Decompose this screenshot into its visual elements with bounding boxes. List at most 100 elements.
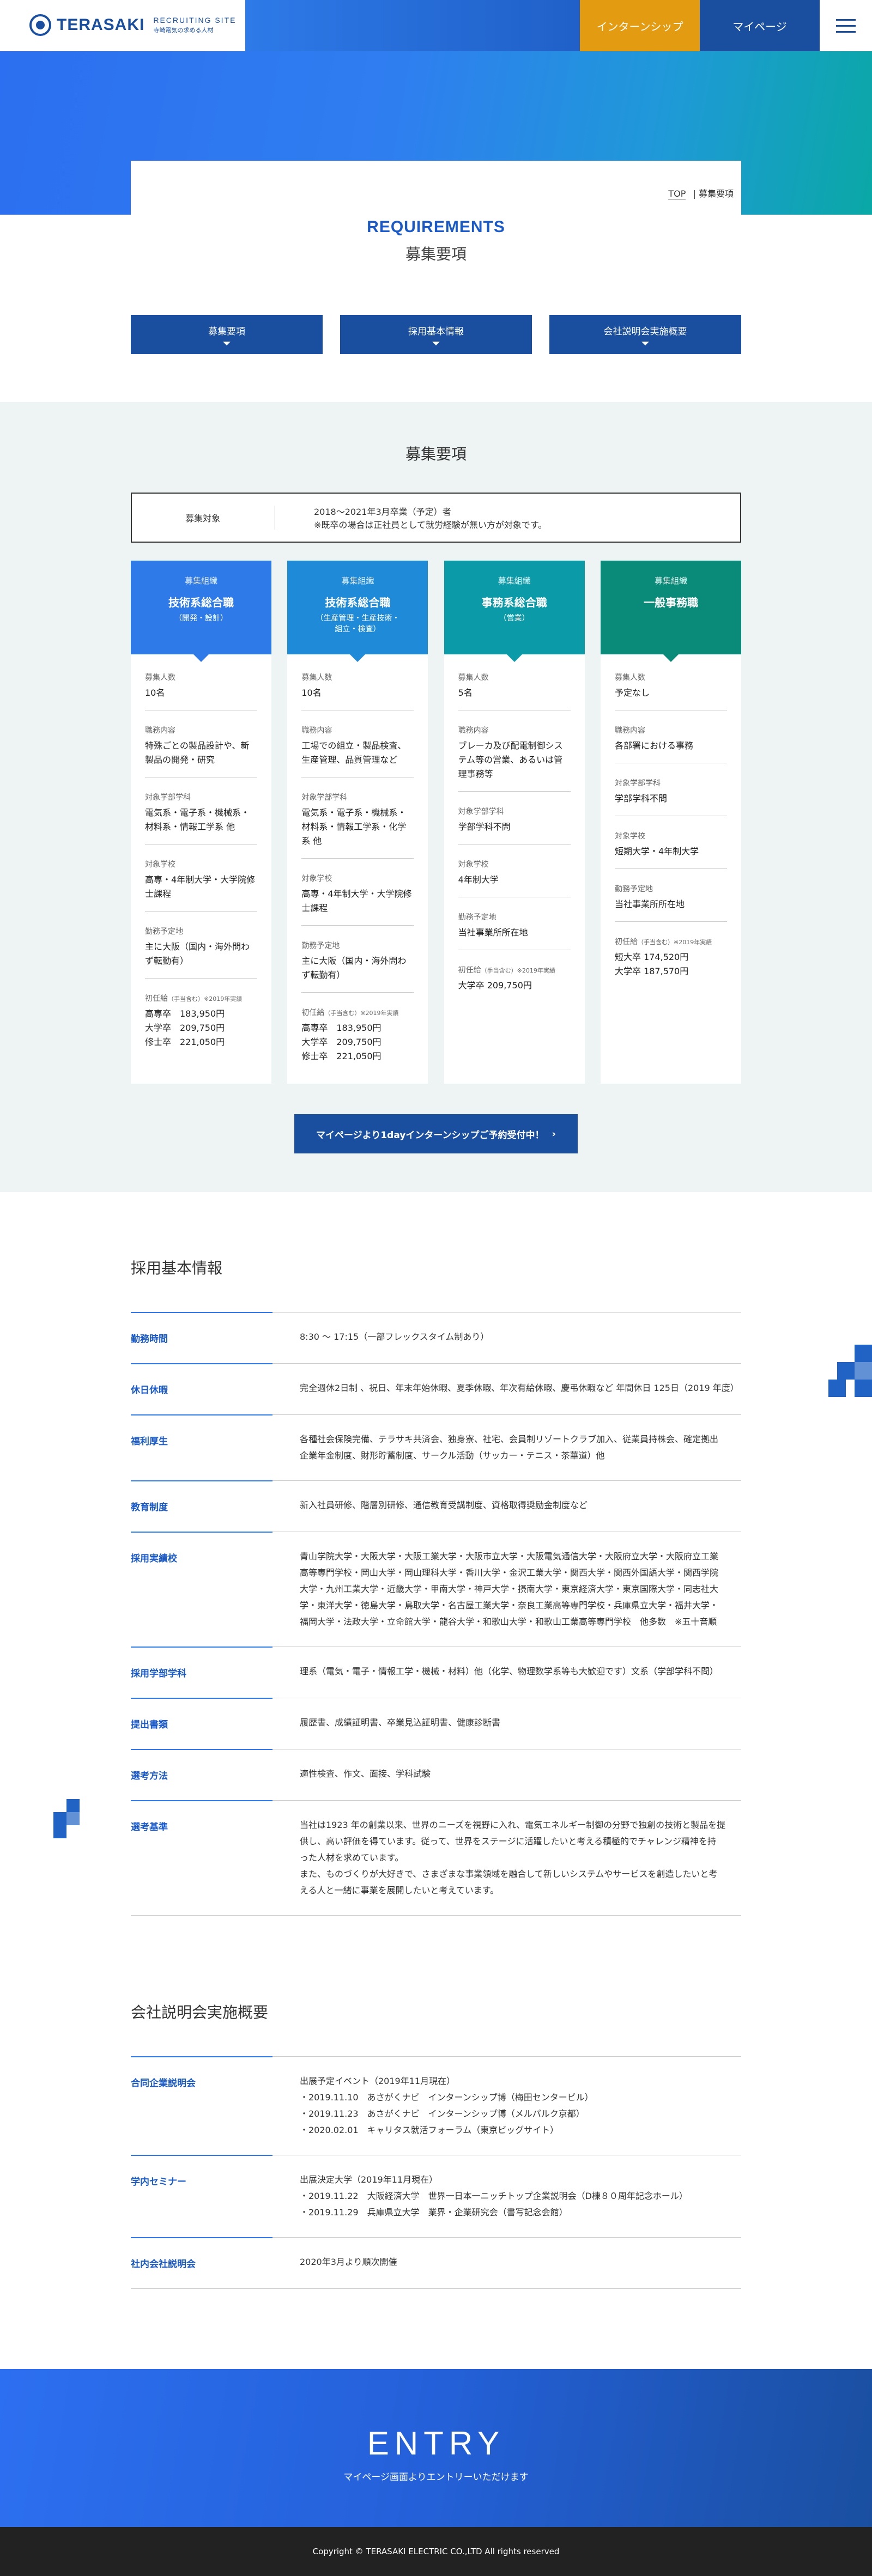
cta-label: マイページより1dayインターンシップご予約受付中！: [316, 1129, 544, 1141]
card-item: 職務内容 ブレーカ及び配電制御システム等の営業、あるいは管理事務等: [458, 725, 571, 792]
card-item-value: 大学卒 209,750円: [458, 980, 532, 991]
job-card: 募集組織 事務系総合職 （営業） 募集人数 5名 職務内容 ブレーカ及び配電制御システム等の…: [444, 561, 585, 1084]
card-item-value: 学部学科不問: [614, 793, 667, 804]
card-pointer-icon: [506, 654, 522, 662]
info-row: 学内セミナー 出展決定大学（2019年11月現在） ・2019.11.22 大阪経…: [131, 2155, 741, 2238]
info-row-head: 学内セミナー: [131, 2177, 186, 2188]
card-item-label: 対象学部学科: [145, 792, 257, 803]
card-item-value: 特殊ごとの製品設計や、新製品の開発・研究: [145, 740, 250, 765]
anchor-tabs: 募集要項 採用基本情報 会社説明会実施概要: [131, 315, 741, 354]
info-row: 勤務時間 8:30 ～ 17:15（一部フレックスタイム制あり）: [131, 1312, 741, 1364]
card-item: 勤務予定地 主に大阪（国内・海外問わず転勤有）: [301, 940, 414, 993]
breadcrumb: TOP | 募集要項: [668, 186, 734, 199]
deco-square: [855, 1362, 872, 1380]
card-item-label-text: 勤務予定地: [614, 885, 653, 894]
info-row-body: 新入社員研修、階層別研修、通信教育受講制度、資格取得奨励金制度など: [300, 1500, 588, 1510]
entry-subtitle: マイページ画面よりエントリーいただけます: [343, 2472, 529, 2483]
card-job-sub: （営業）: [499, 614, 530, 623]
card-item: 募集人数 10名: [145, 672, 257, 710]
card-pointer-icon: [193, 654, 209, 662]
card-job-name: 一般事務職: [643, 596, 698, 609]
card-item-value: 電気系・電子系・機械系・材料系・情報工学系・化学系 他: [301, 807, 407, 846]
deco-square: [828, 1380, 846, 1397]
card-item-label-text: 対象学部学科: [614, 779, 661, 788]
breadcrumb-top-link[interactable]: TOP: [668, 189, 686, 199]
info-row-body: 履歴書、成績証明書、卒業見込証明書、健康診断書: [300, 1717, 501, 1728]
basic-info-title: 採用基本情報: [131, 1259, 223, 1277]
menu-button[interactable]: [820, 0, 872, 51]
card-category: 募集組織: [654, 576, 687, 586]
card-item-value: 各部署における事務: [614, 740, 693, 751]
site-logo[interactable]: TERASAKI RECRUITING SITE 寺崎電気の求める人材: [29, 14, 236, 36]
job-card: 募集組織 技術系総合職 （生産管理・生産技術・ 組立・検査） 募集人数 10名 職務内容工…: [287, 561, 428, 1084]
card-item-note: （手当含む）※2019年実績: [637, 939, 712, 946]
info-row: 選考方法 適性検査、作文、面接、学科試験: [131, 1749, 741, 1801]
tab-label: 会社説明会実施概要: [603, 326, 687, 337]
card-item: 勤務予定地 主に大阪（国内・海外問わず転勤有）: [145, 926, 257, 979]
card-item-value: 学部学科不問: [458, 822, 511, 832]
job-cards: 募集組織 技術系総合職 （開発・設計） 募集人数 10名職務内容特殊ごとの製品設計や、新…: [131, 561, 741, 1084]
card-item-label: 職務内容: [301, 725, 414, 736]
info-row-head: 選考方法: [131, 1771, 168, 1782]
deco-square: [855, 1345, 872, 1362]
basic-info-table: 勤務時間 8:30 ～ 17:15（一部フレックスタイム制あり） 休日休暇 完全週休2…: [131, 1312, 741, 1916]
card-category: 募集組織: [498, 576, 531, 586]
info-row-body: 2020年3月より順次開催: [300, 2257, 397, 2267]
card-header: 募集組織 技術系総合職 （開発・設計）: [131, 561, 271, 662]
info-row: 教育制度 新入社員研修、階層別研修、通信教育受講制度、資格取得奨励金制度など: [131, 1480, 741, 1532]
page-title-en: REQUIREMENTS: [367, 218, 505, 236]
card-item: 職務内容 各部署における事務: [614, 725, 727, 763]
card-job-sub: （生産管理・生産技術・ 組立・検査）: [316, 614, 400, 634]
info-row: 合同企業説明会 出展予定イベント（2019年11月現在） ・2019.11.10 …: [131, 2056, 741, 2155]
card-item-label: 対象学校: [458, 859, 571, 870]
card-item-label-text: 対象学校: [458, 860, 489, 869]
card-item-label: 対象学校: [615, 830, 727, 841]
card-item: 対象学校 高専・4年制大学・大学院修士課程: [301, 873, 414, 926]
card-item-label: 勤務予定地: [458, 912, 571, 922]
card-pointer-icon: [350, 654, 366, 662]
card-body: 募集人数 予定なし 職務内容 各部署における事務 対象学部学科 学部学科不問 対象学校 短期大…: [601, 654, 741, 988]
tab-label: 採用基本情報: [408, 326, 464, 337]
card-body: 募集人数 10名 職務内容 工場での組立・製品検査、生産管理、品質管理など 対象学部学科…: [287, 654, 428, 1073]
card-item: 対象学校 短期大学・4年制大学: [614, 830, 727, 869]
info-row-body: 青山学院大学・大阪大学・大阪工業大学・大阪市立大学・大阪電気通信大学・大阪府立大…: [300, 1551, 719, 1627]
deco-square: [53, 1825, 66, 1838]
tab-seminar[interactable]: 会社説明会実施概要: [549, 315, 741, 354]
card-item-label: 対象学部学科: [458, 806, 571, 817]
card-item-label: 対象学校: [145, 859, 257, 870]
card-item-label: 勤務予定地: [301, 940, 414, 951]
card-item-label-text: 対象学部学科: [458, 807, 504, 816]
target-text: 2018～2021年3月卒業（予定）者 ※既卒の場合は正社員として就労経験が無い…: [314, 506, 547, 532]
info-row-body: 適性検査、作文、面接、学科試験: [300, 1769, 431, 1779]
breadcrumb-separator: |: [693, 189, 696, 199]
logo-subtitle: RECRUITING SITE 寺崎電気の求める人材: [153, 16, 236, 34]
info-row: 福利厚生 各種社会保険完備、テラサキ共済会、独身寮、社宅、会員制リゾートクラブ加入…: [131, 1414, 741, 1481]
info-row-body: 出展予定イベント（2019年11月現在） ・2019.11.10 あさがくナビ …: [300, 2076, 594, 2135]
info-row: 採用学部学科 理系（電気・電子・情報工学・機械・材料）他（化学、物理数学系等も大歓…: [131, 1647, 741, 1698]
logo-sub1: RECRUITING SITE: [153, 16, 237, 25]
card-item-label-text: 勤務予定地: [301, 941, 340, 950]
card-item-label-text: 対象学校: [301, 874, 332, 883]
tab-basic-info[interactable]: 採用基本情報: [340, 315, 532, 354]
card-header: 募集組織 事務系総合職 （営業）: [444, 561, 585, 662]
card-item-note: （手当含む）※2019年実績: [324, 1010, 399, 1017]
info-row-body: 完全週休2日制 、祝日、年末年始休暇、夏季休暇、年次有給休暇、慶弔休暇など 年間…: [300, 1383, 739, 1393]
card-item-label-text: 職務内容: [145, 726, 175, 735]
card-item-label-text: 対象学校: [145, 860, 175, 869]
info-row: 選考基準 当社は1923 年の創業以来、世界のニーズを視野に入れ、電気エネルギー制…: [131, 1800, 741, 1916]
tab-requirements[interactable]: 募集要項: [131, 315, 323, 354]
card-item-label-text: 勤務予定地: [145, 927, 183, 936]
mypage-button[interactable]: マイページ: [700, 0, 820, 51]
deco-square: [53, 1812, 66, 1825]
entry-title[interactable]: ENTRY: [0, 2425, 872, 2462]
info-row-head: 採用学部学科: [131, 1668, 186, 1679]
card-item-label-text: 対象学部学科: [301, 793, 348, 802]
card-item-value: 当社事業所所在地: [458, 927, 528, 938]
card-item-value: 5名: [458, 688, 473, 698]
job-card: 募集組織 一般事務職 募集人数 予定なし 職務内容 各部署における事務 対象学部学科 学部学科…: [600, 561, 741, 1084]
internship-button[interactable]: インターンシップ: [580, 0, 700, 51]
hamburger-icon: [836, 19, 856, 33]
card-item: 初任給（手当含む）※2019年実績 高専卒 183,950円 大学卒 209,75…: [301, 1007, 414, 1073]
intern-reserve-button[interactable]: マイページより1dayインターンシップご予約受付中！ ›: [294, 1114, 578, 1153]
info-row: 社内会社説明会 2020年3月より順次開催: [131, 2237, 741, 2289]
